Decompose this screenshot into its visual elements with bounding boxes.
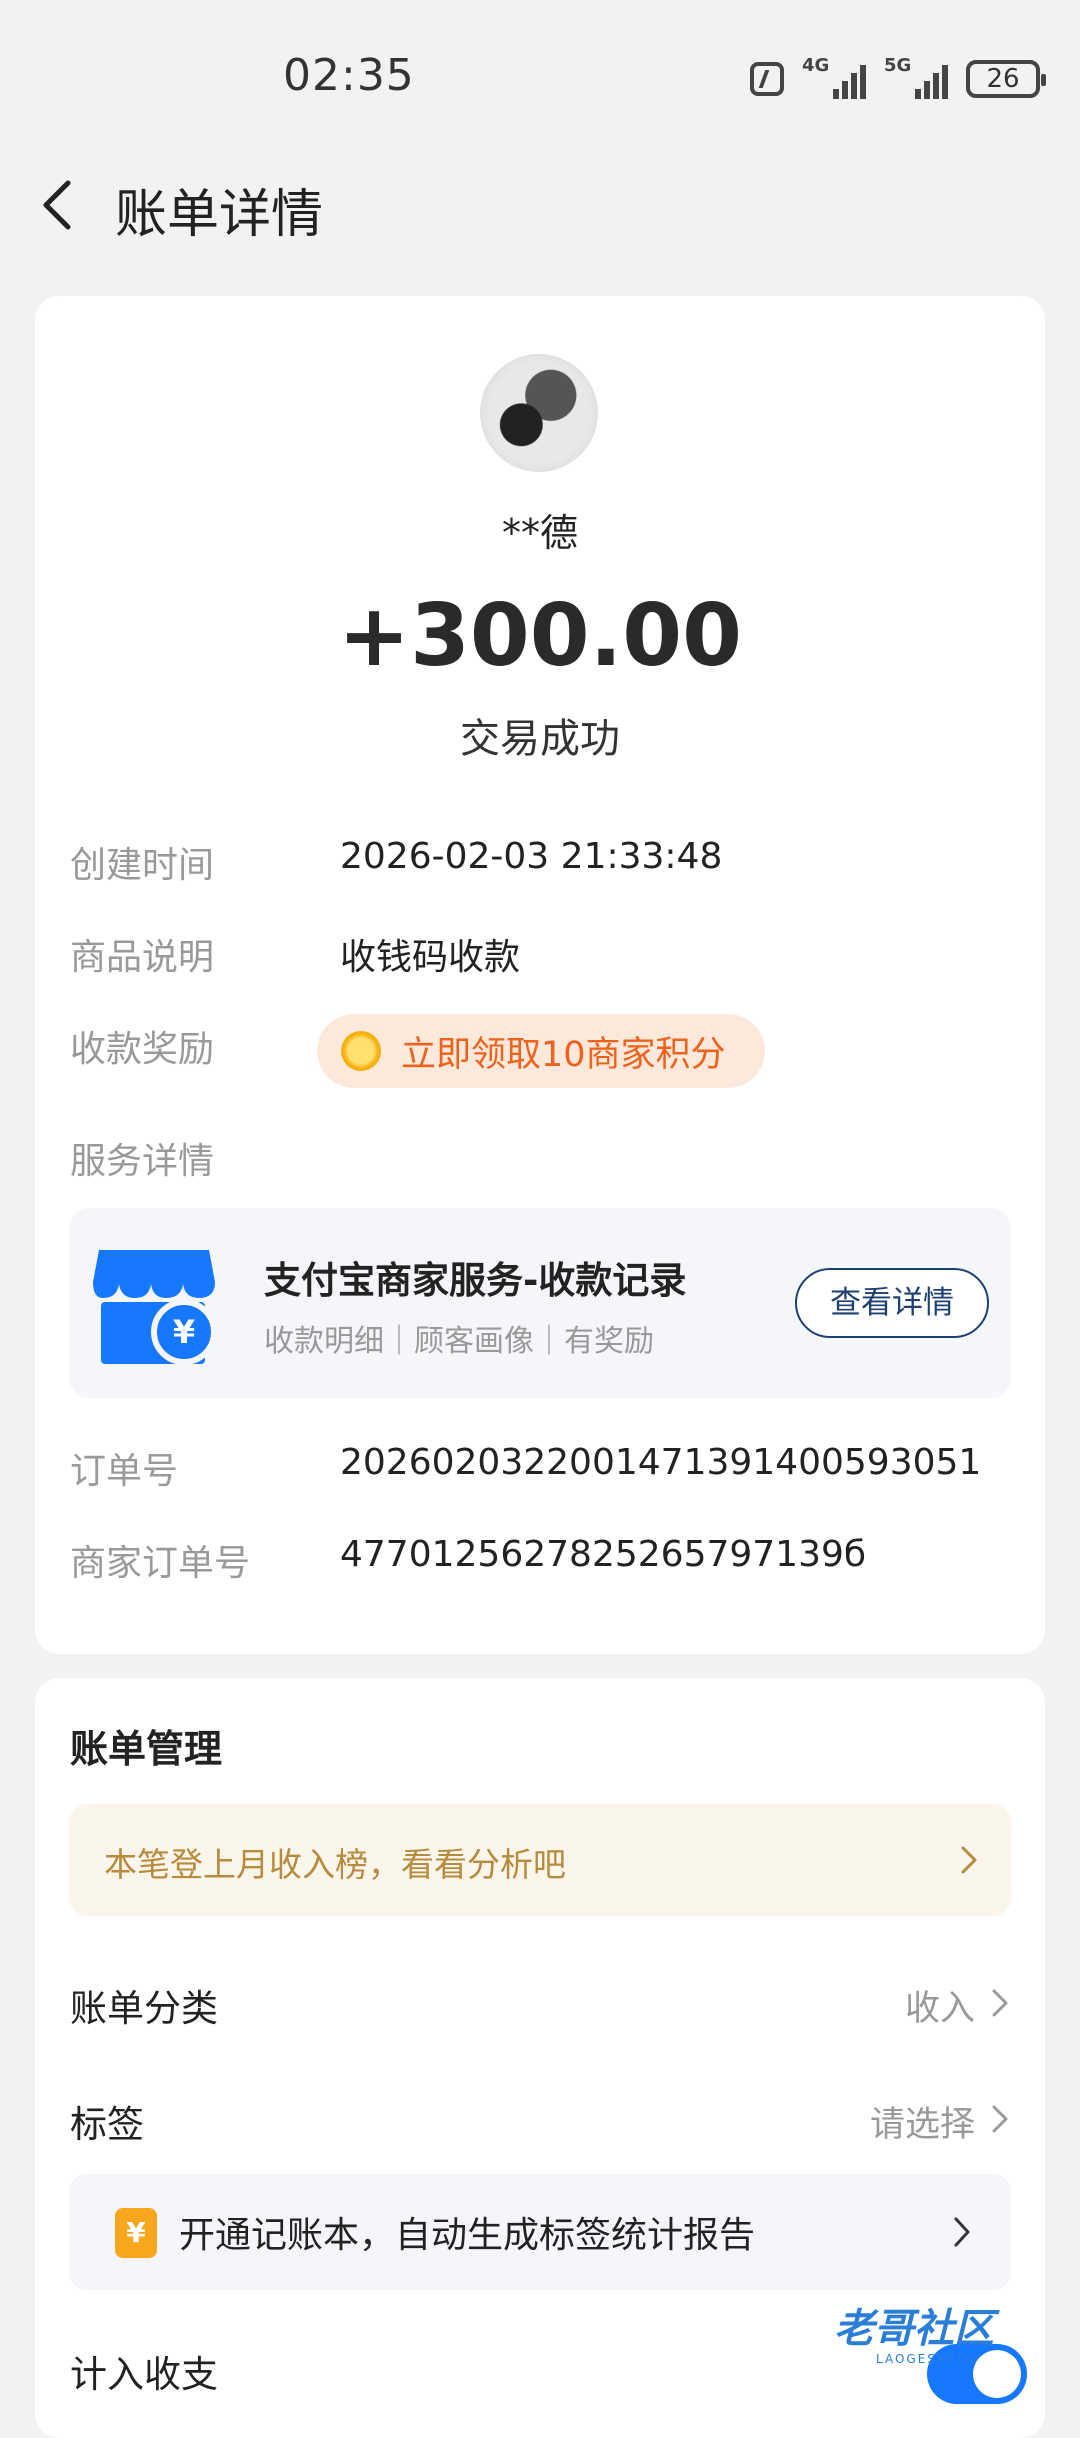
battery-icon: 26 — [966, 60, 1046, 98]
merchant-order-value: 4770125627825265797139б — [340, 1534, 867, 1575]
back-button[interactable] — [30, 175, 90, 235]
page-title: 账单详情 — [115, 185, 324, 245]
order-number-value: 2026020322001471391400593051 — [340, 1442, 982, 1483]
payer-name: **德 — [501, 511, 578, 555]
service-details-label: 服务详情 — [70, 1141, 215, 1182]
tag-value: 请选择 — [869, 2105, 975, 2145]
service-subtitle: 收款明细｜顾客画像｜有奖励 — [264, 1324, 654, 1359]
order-number-label: 订单号 — [70, 1451, 179, 1492]
status-icons: 4G 5G 26 — [750, 55, 1046, 102]
page-header: 账单详情 — [0, 150, 1080, 260]
chevron-right-icon — [961, 1846, 977, 1874]
tag-label: 标签 — [70, 2103, 144, 2146]
signal-5g-icon: 5G — [884, 55, 948, 99]
coin-icon — [341, 1031, 381, 1071]
shop-icon: ¥ — [93, 1250, 217, 1365]
reward-label: 收款奖励 — [70, 1029, 215, 1070]
created-time-label: 创建时间 — [70, 845, 215, 886]
reward-claim-button[interactable]: 立即领取10商家积分 — [317, 1014, 765, 1088]
bill-category-label: 账单分类 — [70, 1987, 218, 2030]
signal-4g-label: 4G — [802, 55, 830, 76]
income-rank-banner[interactable]: 本笔登上月收入榜，看看分析吧 — [69, 1804, 1011, 1916]
account-book-icon: ¥ — [115, 2208, 157, 2258]
merchant-order-label: 商家订单号 — [70, 1543, 251, 1584]
bill-category-row[interactable]: 账单分类 收入 — [35, 1958, 1045, 2048]
merchant-service-box[interactable]: ¥ 支付宝商家服务-收款记录 收款明细｜顾客画像｜有奖励 查看详情 — [69, 1208, 1011, 1398]
product-desc-value: 收钱码收款 — [340, 937, 521, 978]
view-details-button[interactable]: 查看详情 — [795, 1268, 989, 1338]
income-rank-text: 本笔登上月收入榜，看看分析吧 — [104, 1845, 566, 1884]
watermark-logo: 老哥社区 — [834, 2306, 994, 2352]
svg-text:¥: ¥ — [173, 1313, 195, 1351]
chevron-right-icon — [992, 1989, 1008, 2017]
created-time-value: 2026-02-03 21:33:48 — [340, 836, 723, 877]
account-book-text: 开通记账本，自动生成标签统计报告 — [179, 2215, 756, 2256]
bill-category-value: 收入 — [904, 1989, 975, 2029]
transaction-status: 交易成功 — [460, 716, 620, 762]
watermark-sub: LAOGESHEQU — [876, 2352, 980, 2366]
open-account-book-banner[interactable]: ¥ 开通记账本，自动生成标签统计报告 — [69, 2174, 1011, 2290]
chevron-left-icon — [43, 180, 71, 230]
include-in-budget-label: 计入收支 — [70, 2353, 218, 2396]
nfc-icon — [750, 62, 784, 96]
chevron-right-icon — [954, 2217, 970, 2247]
signal-4g-icon: 4G — [802, 55, 866, 99]
reward-claim-text: 立即领取10商家积分 — [401, 1034, 726, 1075]
chevron-right-icon — [992, 2105, 1008, 2133]
status-bar: 02:35 4G 5G 26 — [0, 0, 1080, 150]
signal-5g-label: 5G — [884, 55, 912, 76]
section-title: 账单管理 — [70, 1727, 223, 1771]
tag-row[interactable]: 标签 请选择 — [35, 2074, 1045, 2164]
transaction-amount: +300.00 — [338, 586, 742, 686]
payer-avatar[interactable] — [480, 354, 598, 472]
product-desc-label: 商品说明 — [70, 937, 215, 978]
service-title: 支付宝商家服务-收款记录 — [264, 1259, 687, 1302]
status-clock: 02:35 — [283, 50, 415, 101]
transaction-card: **德 +300.00 交易成功 创建时间 2026-02-03 21:33:4… — [35, 296, 1045, 1654]
